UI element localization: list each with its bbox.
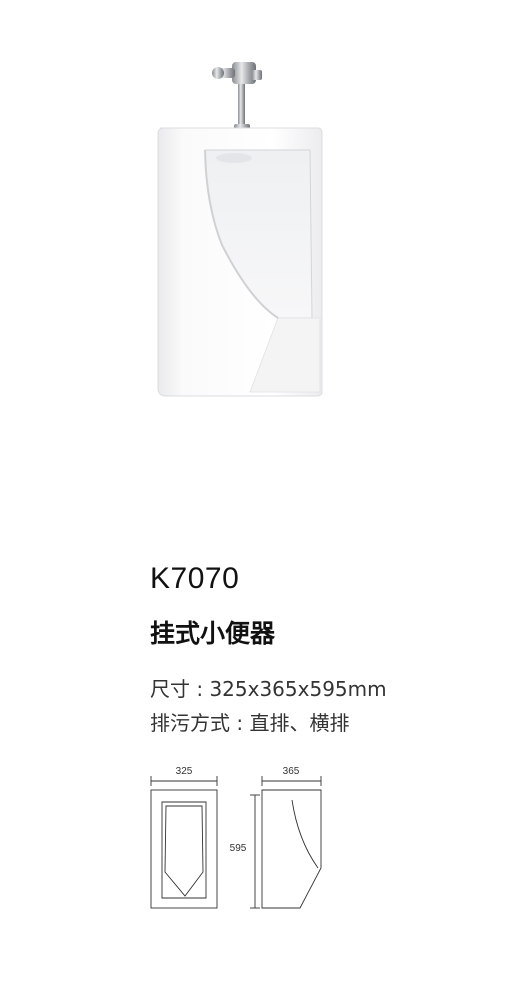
flush-valve	[212, 62, 262, 130]
side-view	[261, 789, 322, 909]
height-dimension: 595	[230, 843, 247, 854]
dimension-drawing: 325 365 595	[150, 766, 322, 909]
drain-spec: 排污方式 : 直排、横排	[150, 711, 350, 735]
product-name: 挂式小便器	[150, 619, 276, 648]
model-number: K7070	[150, 562, 240, 595]
front-view	[150, 789, 218, 909]
size-spec: 尺寸 : 325x365x595mm	[150, 677, 387, 701]
depth-dimension: 365	[283, 766, 300, 777]
width-dimension: 325	[176, 766, 193, 777]
product-photo	[157, 62, 323, 397]
